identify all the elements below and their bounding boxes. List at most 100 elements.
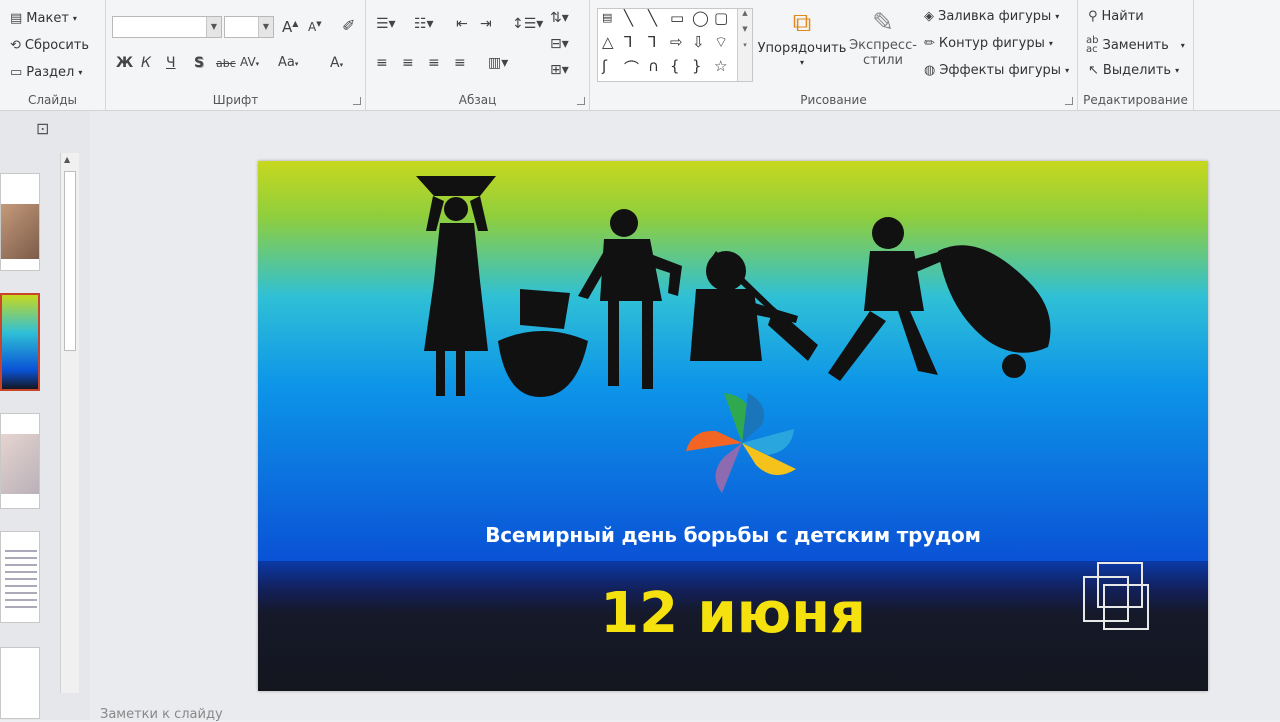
paragraph-group-label: Абзац: [458, 93, 497, 107]
connector-shape-icon[interactable]: ⅂: [648, 33, 656, 51]
scrollbar-thumb[interactable]: [64, 171, 76, 351]
shrink-font-button[interactable]: A▼: [308, 20, 322, 34]
line-shape-icon[interactable]: ╲: [624, 9, 633, 27]
layout-button[interactable]: ▤ Макет ▾: [10, 11, 77, 26]
arrange-button[interactable]: ⧉ Упорядочить ▾: [758, 8, 847, 67]
grow-font-button[interactable]: A▲: [282, 18, 298, 36]
textbox-shape-icon[interactable]: ▤: [602, 11, 612, 24]
font-name-combo[interactable]: ▼: [112, 16, 222, 38]
select-button[interactable]: ↖ Выделить ▾: [1088, 63, 1179, 78]
quick-styles-icon: ✎: [872, 8, 894, 38]
font-size-combo[interactable]: ▼: [224, 16, 274, 38]
curve-shape-icon[interactable]: ∩: [648, 57, 659, 75]
shapes-scroll[interactable]: ▲ ▼ ▾: [737, 9, 752, 81]
drawing-dialog-launcher[interactable]: [1065, 97, 1073, 105]
editing-group-label: Редактирование: [1083, 93, 1188, 107]
pinwheel-logo: [686, 393, 796, 493]
slide-caption[interactable]: Всемирный день борьбы с детским трудом: [258, 523, 1208, 547]
paint-bucket-icon: ◈: [924, 9, 934, 24]
font-group: ▼ ▼ A▲ A▼ ✐ Ж К Ч S abc AV▾ Aa▾ A▾ Шрифт: [106, 0, 366, 110]
pen-icon: ✏: [924, 36, 935, 51]
star-shape-icon[interactable]: ☆: [714, 57, 727, 75]
callout-shape-icon[interactable]: ⌔: [714, 33, 728, 52]
scroll-up-icon[interactable]: ▲: [64, 155, 70, 164]
align-left-icon[interactable]: ≡: [376, 55, 388, 71]
chevron-down-icon: ▼: [258, 17, 273, 37]
align-center-icon[interactable]: ≡: [402, 55, 414, 71]
drawing-group: ▤ ╲ ╲ ▭ ◯ ▢ △ ⅂ ⅂ ⇨ ⇩ ⌔ ʃ ⌒ ∩ { } ☆ ▲ ▼ ▾ …: [590, 0, 1078, 110]
slide-thumbnail[interactable]: [0, 173, 40, 271]
text-direction-icon[interactable]: ⇅▾: [550, 10, 569, 26]
search-icon: ⚲: [1088, 9, 1098, 24]
line-shape-icon[interactable]: ╲: [648, 9, 657, 27]
shadow-button[interactable]: S: [194, 55, 204, 71]
shape-outline-button[interactable]: ✏ Контур фигуры ▾: [924, 36, 1053, 51]
bold-button[interactable]: Ж: [116, 55, 133, 71]
char-spacing-button[interactable]: AV▾: [240, 55, 259, 69]
change-case-button[interactable]: Aa▾: [278, 55, 298, 70]
align-right-icon[interactable]: ≡: [428, 55, 440, 71]
thumbnails-scrollbar[interactable]: ▲: [60, 153, 79, 693]
section-button[interactable]: ▭ Раздел ▾: [10, 65, 82, 80]
arrange-icon: ⧉: [792, 8, 812, 38]
paragraph-group: ☰▾ ☷▾ ⇤ ⇥ ↕☰▾ ⇅▾ ⊟▾ ⊞▾ ≡ ≡ ≡ ≡ ▥▾ Абзац: [366, 0, 590, 110]
brace-shape-icon[interactable]: }: [692, 57, 702, 75]
editing-group: ⚲ Найти ab ac Заменить ▾ ↖ Выделить ▾ Редак…: [1078, 0, 1194, 110]
shape-effects-button[interactable]: ◍ Эффекты фигуры ▾: [924, 63, 1069, 78]
font-color-button[interactable]: A▾: [330, 55, 343, 71]
numbering-icon[interactable]: ☷▾: [414, 16, 434, 32]
replace-button[interactable]: ab ac Заменить ▾: [1086, 35, 1185, 55]
children-silhouettes: [416, 176, 1051, 397]
slide-thumbnail-selected[interactable]: [0, 293, 40, 391]
slide-date[interactable]: 12 июня: [258, 581, 1208, 646]
drawing-group-label: Рисование: [800, 93, 867, 107]
child-carrying-basket-silhouette: [416, 176, 496, 396]
justify-icon[interactable]: ≡: [454, 55, 466, 71]
underline-button[interactable]: Ч: [166, 55, 176, 71]
smartart-icon[interactable]: ⊞▾: [550, 62, 569, 78]
slide-thumbnail[interactable]: [0, 531, 40, 623]
child-pushing-cart-silhouette: [828, 217, 1051, 381]
arrow-down-shape-icon[interactable]: ⇩: [692, 33, 705, 51]
arrow-right-shape-icon[interactable]: ⇨: [670, 33, 683, 51]
slide-thumbnail[interactable]: [0, 647, 40, 719]
cursor-icon: ↖: [1088, 63, 1099, 78]
overlapping-squares-icon: [1083, 562, 1149, 630]
arc-shape-icon[interactable]: ⌒: [624, 57, 639, 78]
shape-fill-button[interactable]: ◈ Заливка фигуры ▾: [924, 9, 1059, 24]
section-icon: ▭: [10, 65, 23, 80]
triangle-shape-icon[interactable]: △: [602, 33, 614, 51]
paragraph-dialog-launcher[interactable]: [577, 97, 585, 105]
rounded-rect-shape-icon[interactable]: ▢: [714, 9, 728, 27]
slides-group-label: Слайды: [28, 93, 77, 107]
brace-shape-icon[interactable]: {: [670, 57, 680, 75]
rectangle-shape-icon[interactable]: ▭: [670, 9, 684, 27]
slide-sorter-icon[interactable]: ⊡: [36, 119, 49, 138]
connector-shape-icon[interactable]: ⅂: [624, 33, 632, 51]
font-group-label: Шрифт: [212, 93, 259, 107]
strikethrough-button[interactable]: abc: [216, 57, 236, 70]
freeform-shape-icon[interactable]: ʃ: [602, 57, 607, 75]
font-dialog-launcher[interactable]: [353, 97, 361, 105]
slides-group: ▤ Макет ▾ ⟲ Сбросить ▭ Раздел ▾ Слайды: [0, 0, 106, 110]
align-text-icon[interactable]: ⊟▾: [550, 36, 569, 52]
child-with-shovel-silhouette: [498, 209, 682, 397]
bullets-icon[interactable]: ☰▾: [376, 16, 396, 32]
reset-button[interactable]: ⟲ Сбросить: [10, 38, 89, 53]
layout-icon: ▤: [10, 11, 23, 26]
shapes-gallery[interactable]: ▤ ╲ ╲ ▭ ◯ ▢ △ ⅂ ⅂ ⇨ ⇩ ⌔ ʃ ⌒ ∩ { } ☆ ▲ ▼ ▾: [597, 8, 753, 82]
italic-button[interactable]: К: [141, 55, 151, 71]
increase-indent-icon[interactable]: ⇥: [480, 16, 492, 32]
slide-thumbnail[interactable]: [0, 413, 40, 509]
decrease-indent-icon[interactable]: ⇤: [456, 16, 468, 32]
replace-icon: ab ac: [1086, 35, 1099, 55]
line-spacing-icon[interactable]: ↕☰▾: [512, 16, 543, 32]
quick-styles-button[interactable]: ✎ Экспресс- стили: [846, 8, 920, 68]
reset-icon: ⟲: [10, 38, 21, 53]
slide-canvas[interactable]: Всемирный день борьбы с детским трудом 1…: [258, 161, 1208, 691]
clear-format-icon[interactable]: ✐: [342, 16, 355, 35]
columns-icon[interactable]: ▥▾: [488, 55, 508, 71]
oval-shape-icon[interactable]: ◯: [692, 9, 709, 27]
ribbon: ▤ Макет ▾ ⟲ Сбросить ▭ Раздел ▾ Слайды ▼ ▼…: [0, 0, 1280, 111]
find-button[interactable]: ⚲ Найти: [1088, 9, 1144, 24]
